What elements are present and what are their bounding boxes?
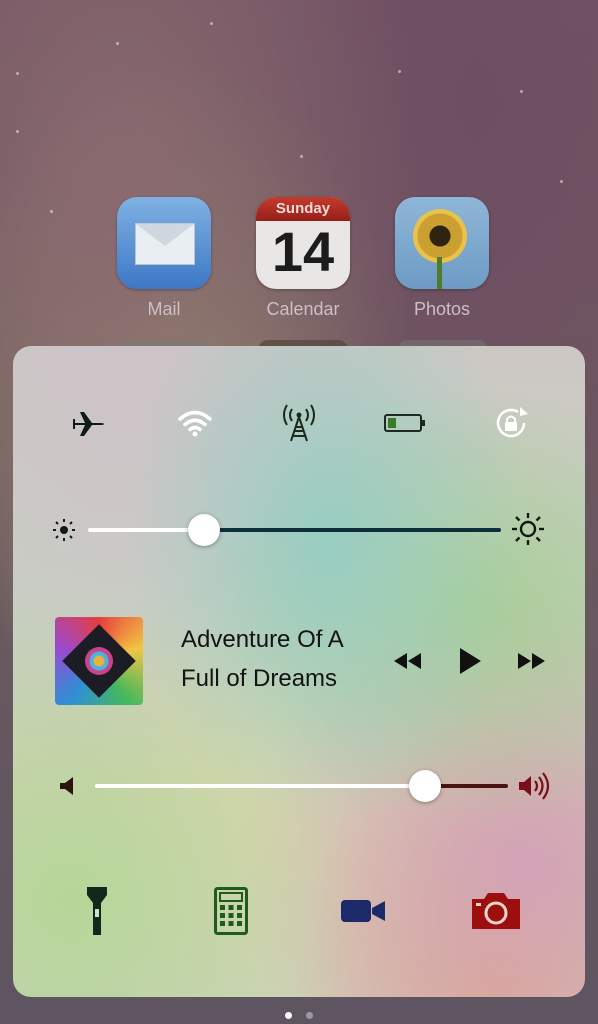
calculator-icon <box>214 887 248 935</box>
brightness-low-icon <box>53 519 75 541</box>
control-center-panel: Adventure Of A Full of Dreams <box>13 346 585 997</box>
star <box>16 72 19 75</box>
calculator-button[interactable] <box>201 881 261 941</box>
flashlight-icon <box>87 887 107 935</box>
app-calendar[interactable]: Sunday 14 Calendar <box>256 197 350 320</box>
wifi-toggle[interactable] <box>173 401 217 445</box>
low-power-toggle[interactable] <box>383 401 427 445</box>
envelope-icon <box>135 223 195 265</box>
video-camera-icon <box>341 900 385 922</box>
page-dot-active <box>284 1012 292 1019</box>
flashlight-button[interactable] <box>67 881 127 941</box>
album-art-flower <box>85 647 113 675</box>
airplane-icon <box>73 412 104 436</box>
star <box>560 180 563 183</box>
brightness-track <box>203 528 501 532</box>
photos-app-icon <box>395 197 489 289</box>
album-artwork[interactable] <box>55 617 143 705</box>
track-title-line-1[interactable]: Adventure Of A <box>181 626 344 654</box>
rotation-lock-toggle[interactable] <box>489 401 533 445</box>
page-indicator <box>0 1006 598 1024</box>
brightness-thumb[interactable] <box>187 514 220 546</box>
brightness-track-filled <box>88 528 204 532</box>
calendar-app-icon: Sunday 14 <box>256 197 350 289</box>
sunflower-icon <box>413 209 467 263</box>
volume-high-icon <box>519 772 550 800</box>
brightness-high-icon <box>512 513 544 545</box>
app-label: Photos <box>413 299 471 319</box>
app-photos[interactable]: Photos <box>395 197 489 320</box>
volume-low-icon <box>60 777 73 795</box>
rewind-icon <box>394 653 421 669</box>
camera-icon <box>472 893 520 929</box>
camera-button[interactable] <box>466 881 526 941</box>
star <box>398 70 401 73</box>
track-title-line-2[interactable]: Full of Dreams <box>181 665 337 693</box>
wifi-icon <box>178 410 212 437</box>
star <box>520 90 523 93</box>
app-label: Calendar <box>266 299 340 319</box>
star <box>300 155 303 158</box>
star <box>116 42 119 45</box>
stem <box>437 257 442 289</box>
volume-slider[interactable] <box>13 766 585 806</box>
cellular-tower-icon <box>283 404 315 442</box>
fast-forward-button[interactable] <box>514 644 548 678</box>
play-icon <box>460 648 481 674</box>
star <box>50 210 53 213</box>
page-dot <box>306 1012 314 1019</box>
star <box>210 22 213 25</box>
airplane-mode-toggle[interactable] <box>67 401 111 445</box>
fast-forward-icon <box>518 653 545 669</box>
rotation-lock-icon <box>496 407 528 438</box>
volume-thumb[interactable] <box>409 770 442 802</box>
cellular-data-toggle[interactable] <box>277 401 321 445</box>
app-label: Mail <box>147 299 181 319</box>
video-button[interactable] <box>333 881 393 941</box>
calendar-day-number: 14 <box>271 220 335 283</box>
star <box>16 130 19 133</box>
battery-icon <box>384 414 425 432</box>
volume-track-filled <box>95 784 426 788</box>
rewind-button[interactable] <box>391 644 425 678</box>
brightness-slider[interactable] <box>13 510 585 550</box>
app-mail[interactable]: Mail <box>117 197 211 320</box>
mail-app-icon <box>117 197 211 289</box>
calendar-day-name: Sunday <box>256 197 350 221</box>
play-button[interactable] <box>453 644 487 678</box>
